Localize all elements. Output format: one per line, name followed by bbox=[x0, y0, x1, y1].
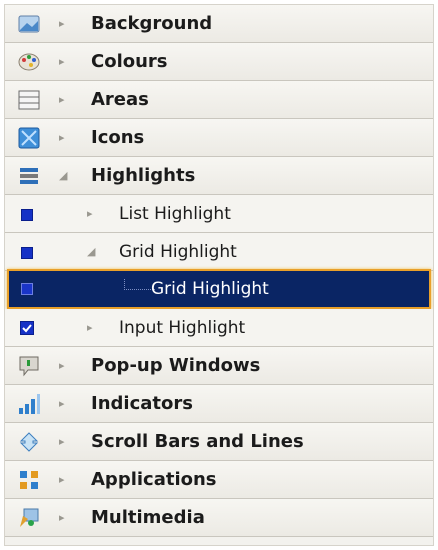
tree-item-label: Scroll Bars and Lines bbox=[91, 431, 304, 452]
scroll-icon bbox=[17, 430, 41, 454]
tree-item-label: Colours bbox=[91, 51, 168, 72]
tree-item-label: Background bbox=[91, 13, 213, 34]
tree-item-label: Icons bbox=[91, 127, 145, 148]
palette-icon bbox=[17, 50, 41, 74]
tree-item-input-highlight[interactable]: ▸ Input Highlight bbox=[5, 309, 433, 347]
tree-item-label: Multimedia bbox=[91, 507, 205, 528]
collapse-arrow-icon[interactable]: ◢ bbox=[59, 157, 67, 195]
background-icon bbox=[17, 12, 41, 36]
expand-arrow-icon[interactable]: ▸ bbox=[59, 43, 65, 81]
signal-icon bbox=[17, 392, 41, 416]
checkbox-icon[interactable] bbox=[20, 321, 34, 335]
icons-icon bbox=[17, 126, 41, 150]
expand-arrow-icon[interactable]: ▸ bbox=[59, 119, 65, 157]
multimedia-icon bbox=[17, 506, 41, 530]
tree-item-label: Indicators bbox=[91, 393, 193, 414]
tree-item-highlights[interactable]: ◢ Highlights bbox=[5, 157, 433, 195]
tree-item-label: List Highlight bbox=[119, 204, 231, 224]
tree-item-background[interactable]: ▸ Background bbox=[5, 5, 433, 43]
tree-item-label: Grid Highlight bbox=[119, 242, 237, 262]
expand-arrow-icon[interactable]: ▸ bbox=[59, 423, 65, 461]
collapse-arrow-icon[interactable]: ◢ bbox=[87, 233, 95, 271]
expand-arrow-icon[interactable]: ▸ bbox=[59, 461, 65, 499]
tree-item-popup-windows[interactable]: ▸ Pop-up Windows bbox=[5, 347, 433, 385]
expand-arrow-icon[interactable]: ▸ bbox=[59, 385, 65, 423]
tree-item-scroll-bars-and-lines[interactable]: ▸ Scroll Bars and Lines bbox=[5, 423, 433, 461]
color-swatch-icon bbox=[21, 283, 33, 295]
expand-arrow-icon[interactable]: ▸ bbox=[87, 195, 93, 233]
tree-item-applications[interactable]: ▸ Applications bbox=[5, 461, 433, 499]
expand-arrow-icon[interactable]: ▸ bbox=[59, 81, 65, 119]
tree-item-indicators[interactable]: ▸ Indicators bbox=[5, 385, 433, 423]
areas-icon bbox=[17, 88, 41, 112]
tree-item-label: Grid Highlight bbox=[151, 279, 269, 299]
tree-item-label: Input Highlight bbox=[119, 318, 246, 338]
tree-item-label: Pop-up Windows bbox=[91, 355, 261, 376]
expand-arrow-icon[interactable]: ▸ bbox=[59, 347, 65, 385]
tree-item-grid-highlight-selected[interactable]: Grid Highlight bbox=[7, 269, 431, 309]
tree-item-multimedia[interactable]: ▸ Multimedia bbox=[5, 499, 433, 537]
tree-item-colours[interactable]: ▸ Colours bbox=[5, 43, 433, 81]
tree-item-icons[interactable]: ▸ Icons bbox=[5, 119, 433, 157]
highlights-icon bbox=[17, 164, 41, 188]
tree-item-label: Highlights bbox=[91, 165, 196, 186]
expand-arrow-icon[interactable]: ▸ bbox=[87, 309, 93, 347]
expand-arrow-icon[interactable]: ▸ bbox=[59, 499, 65, 537]
tree-item-label: Applications bbox=[91, 469, 217, 490]
tree-item-grid-highlight[interactable]: ◢ Grid Highlight bbox=[5, 233, 433, 271]
apps-icon bbox=[17, 468, 41, 492]
theme-tree: ▸ Background ▸ Colours ▸ Areas ▸ Icons ◢… bbox=[4, 4, 434, 546]
tree-item-areas[interactable]: ▸ Areas bbox=[5, 81, 433, 119]
color-swatch-icon bbox=[21, 247, 33, 259]
tree-item-list-highlight[interactable]: ▸ List Highlight bbox=[5, 195, 433, 233]
expand-arrow-icon[interactable]: ▸ bbox=[59, 5, 65, 43]
popup-icon bbox=[17, 354, 41, 378]
tree-item-label: Areas bbox=[91, 89, 149, 110]
color-swatch-icon bbox=[21, 209, 33, 221]
